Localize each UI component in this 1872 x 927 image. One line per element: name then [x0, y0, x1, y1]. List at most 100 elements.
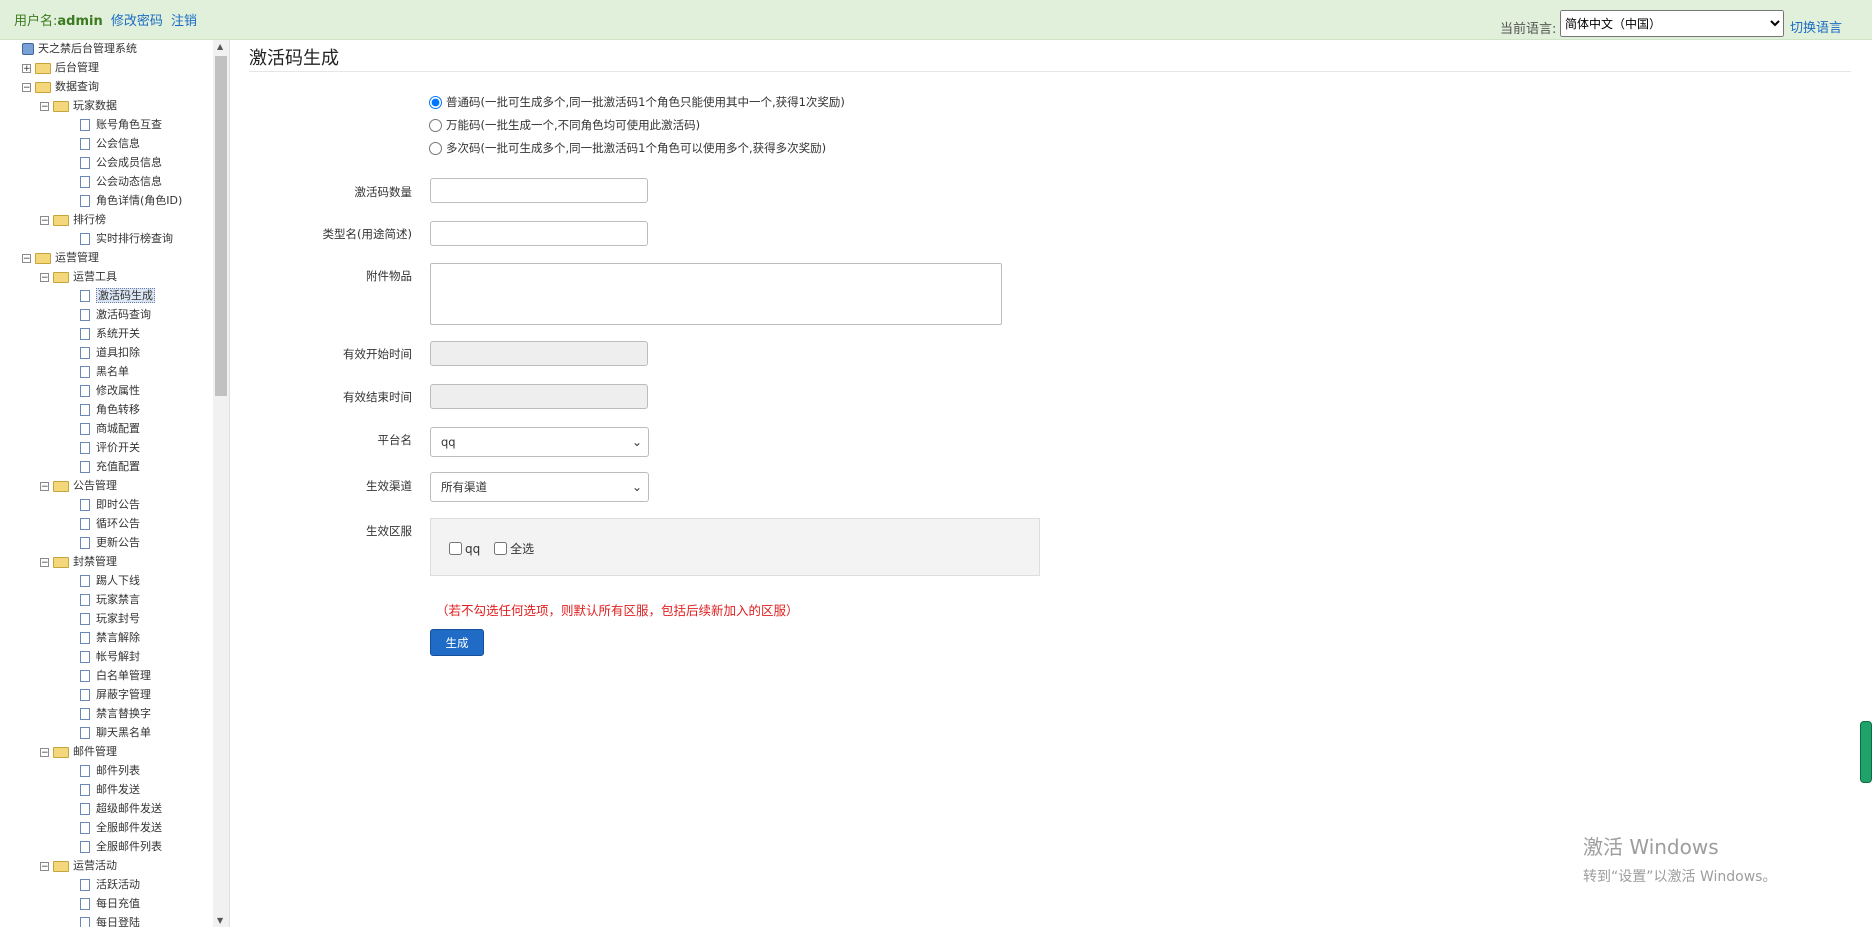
server-qq-checkbox[interactable] — [449, 542, 462, 555]
tree-item[interactable]: 黑名单 — [58, 363, 129, 381]
tree-item[interactable]: 邮件列表 — [58, 762, 140, 780]
tree-item[interactable]: 邮件发送 — [58, 781, 140, 799]
tree-folder[interactable]: − 排行榜 — [40, 211, 106, 229]
logout-link[interactable]: 注销 — [171, 14, 197, 29]
collapse-icon[interactable]: − — [22, 82, 31, 92]
tree-folder[interactable]: − 运营工具 — [40, 268, 117, 286]
attachment-label: 附件物品 — [366, 269, 412, 283]
tree-folder[interactable]: − 公告管理 — [40, 477, 117, 495]
code-type-universal[interactable]: 万能码(一批生成一个,不同角色均可使用此激活码) — [429, 115, 700, 135]
document-icon — [80, 176, 90, 188]
tree-label: 实时排行榜查询 — [96, 232, 173, 245]
tree-item[interactable]: 玩家禁言 — [58, 591, 140, 609]
document-icon — [80, 784, 90, 796]
tree-item[interactable]: 商城配置 — [58, 420, 140, 438]
code-type-multi-radio[interactable] — [429, 142, 442, 155]
code-type-multi[interactable]: 多次码(一批可生成多个,同一批激活码1个角色可以使用多个,获得多次奖励) — [429, 138, 826, 158]
tree-root[interactable]: 天之禁后台管理系统 — [22, 40, 137, 58]
tree-item[interactable]: 禁言解除 — [58, 629, 140, 647]
tree-item[interactable]: 禁言替换字 — [58, 705, 151, 723]
channel-select[interactable]: 所有渠道 ⌄ — [430, 472, 649, 502]
tree-label: 公会动态信息 — [96, 175, 162, 188]
main-content: 激活码生成 普通码(一批可生成多个,同一批激活码1个角色只能使用其中一个,获得1… — [249, 40, 1851, 927]
tree-folder[interactable]: − 运营管理 — [22, 249, 99, 267]
tree-item[interactable]: 公会信息 — [58, 135, 140, 153]
collapse-icon[interactable]: − — [40, 481, 49, 491]
code-type-universal-radio[interactable] — [429, 119, 442, 132]
tree-item[interactable]: 即时公告 — [58, 496, 140, 514]
end-time-input[interactable] — [430, 384, 648, 409]
tree-folder[interactable]: − 邮件管理 — [40, 743, 117, 761]
tree-item[interactable]: 白名单管理 — [58, 667, 151, 685]
collapse-icon[interactable]: − — [40, 101, 49, 111]
tree-label: 白名单管理 — [96, 669, 151, 682]
change-password-link[interactable]: 修改密码 — [111, 14, 163, 29]
sidebar-scrollbar[interactable]: ▲ ▼ — [213, 40, 229, 927]
tree-label: 禁言解除 — [96, 631, 140, 644]
tree-item[interactable]: 更新公告 — [58, 534, 140, 552]
tree-item[interactable]: 角色详情(角色ID) — [58, 192, 182, 210]
collapse-icon[interactable]: − — [40, 215, 49, 225]
tree-item[interactable]: 公会动态信息 — [58, 173, 162, 191]
tree-item[interactable]: 踢人下线 — [58, 572, 140, 590]
collapse-icon[interactable]: − — [40, 861, 49, 871]
scroll-up-icon[interactable]: ▲ — [217, 42, 223, 51]
select-all-label[interactable]: 全选 — [510, 542, 534, 556]
collapse-icon[interactable]: − — [40, 747, 49, 757]
tree-item[interactable]: 激活码生成 — [58, 287, 155, 305]
tree-item[interactable]: 修改属性 — [58, 382, 140, 400]
attachment-textarea[interactable] — [430, 263, 1002, 325]
expand-icon[interactable]: + — [22, 63, 31, 73]
sidebar-divider — [229, 40, 230, 927]
tree-item[interactable]: 超级邮件发送 — [58, 800, 162, 818]
scroll-down-icon[interactable]: ▼ — [217, 916, 223, 925]
collapse-icon[interactable]: − — [40, 272, 49, 282]
folder-icon — [53, 100, 69, 112]
tree-item[interactable]: 公会成员信息 — [58, 154, 162, 172]
tree-folder[interactable]: − 数据查询 — [22, 78, 99, 96]
tree-item[interactable]: 帐号解封 — [58, 648, 140, 666]
tree-item[interactable]: 活跃活动 — [58, 876, 140, 894]
floating-widget[interactable] — [1860, 721, 1872, 783]
generate-button[interactable]: 生成 — [430, 629, 484, 656]
tree-item[interactable]: 玩家封号 — [58, 610, 140, 628]
tree-item[interactable]: 充值配置 — [58, 458, 140, 476]
switch-language-link[interactable]: 切换语言 — [1790, 17, 1842, 36]
tree-item[interactable]: 实时排行榜查询 — [58, 230, 173, 248]
document-icon — [80, 195, 90, 207]
scrollbar-thumb[interactable] — [215, 56, 227, 396]
title-divider — [249, 71, 1851, 72]
collapse-icon[interactable]: − — [22, 253, 31, 263]
collapse-icon[interactable]: − — [40, 557, 49, 567]
document-icon — [80, 537, 90, 549]
tree-folder[interactable]: − 封禁管理 — [40, 553, 117, 571]
tree-folder[interactable]: − 玩家数据 — [40, 97, 117, 115]
type-name-input[interactable] — [430, 221, 648, 246]
username: admin — [57, 14, 103, 29]
code-type-normal[interactable]: 普通码(一批可生成多个,同一批激活码1个角色只能使用其中一个,获得1次奖励) — [429, 92, 845, 112]
start-time-input[interactable] — [430, 341, 648, 366]
tree-item[interactable]: 屏蔽字管理 — [58, 686, 151, 704]
tree-item[interactable]: 每日充值 — [58, 895, 140, 913]
tree-item[interactable]: 激活码查询 — [58, 306, 151, 324]
tree-item[interactable]: 系统开关 — [58, 325, 140, 343]
count-input[interactable] — [430, 178, 648, 203]
tree-item[interactable]: 每日登陆 — [58, 914, 140, 927]
tree-label: 每日登陆 — [96, 916, 140, 927]
code-type-normal-radio[interactable] — [429, 96, 442, 109]
server-qq-label[interactable]: qq — [465, 542, 480, 556]
tree-item[interactable]: 聊天黑名单 — [58, 724, 151, 742]
tree-folder[interactable]: + 后台管理 — [22, 59, 99, 77]
tree-item[interactable]: 账号角色互查 — [58, 116, 162, 134]
platform-select[interactable]: qq ⌄ — [430, 427, 649, 457]
tree-item[interactable]: 全服邮件发送 — [58, 819, 162, 837]
tree-folder[interactable]: − 运营活动 — [40, 857, 117, 875]
tree-item[interactable]: 评价开关 — [58, 439, 140, 457]
tree-item[interactable]: 道具扣除 — [58, 344, 140, 362]
tree-item[interactable]: 循环公告 — [58, 515, 140, 533]
user-label: 用户名: — [14, 14, 58, 29]
tree-item[interactable]: 全服邮件列表 — [58, 838, 162, 856]
language-select[interactable]: 简体中文（中国） — [1560, 10, 1784, 37]
tree-item[interactable]: 角色转移 — [58, 401, 140, 419]
select-all-checkbox[interactable] — [494, 542, 508, 555]
